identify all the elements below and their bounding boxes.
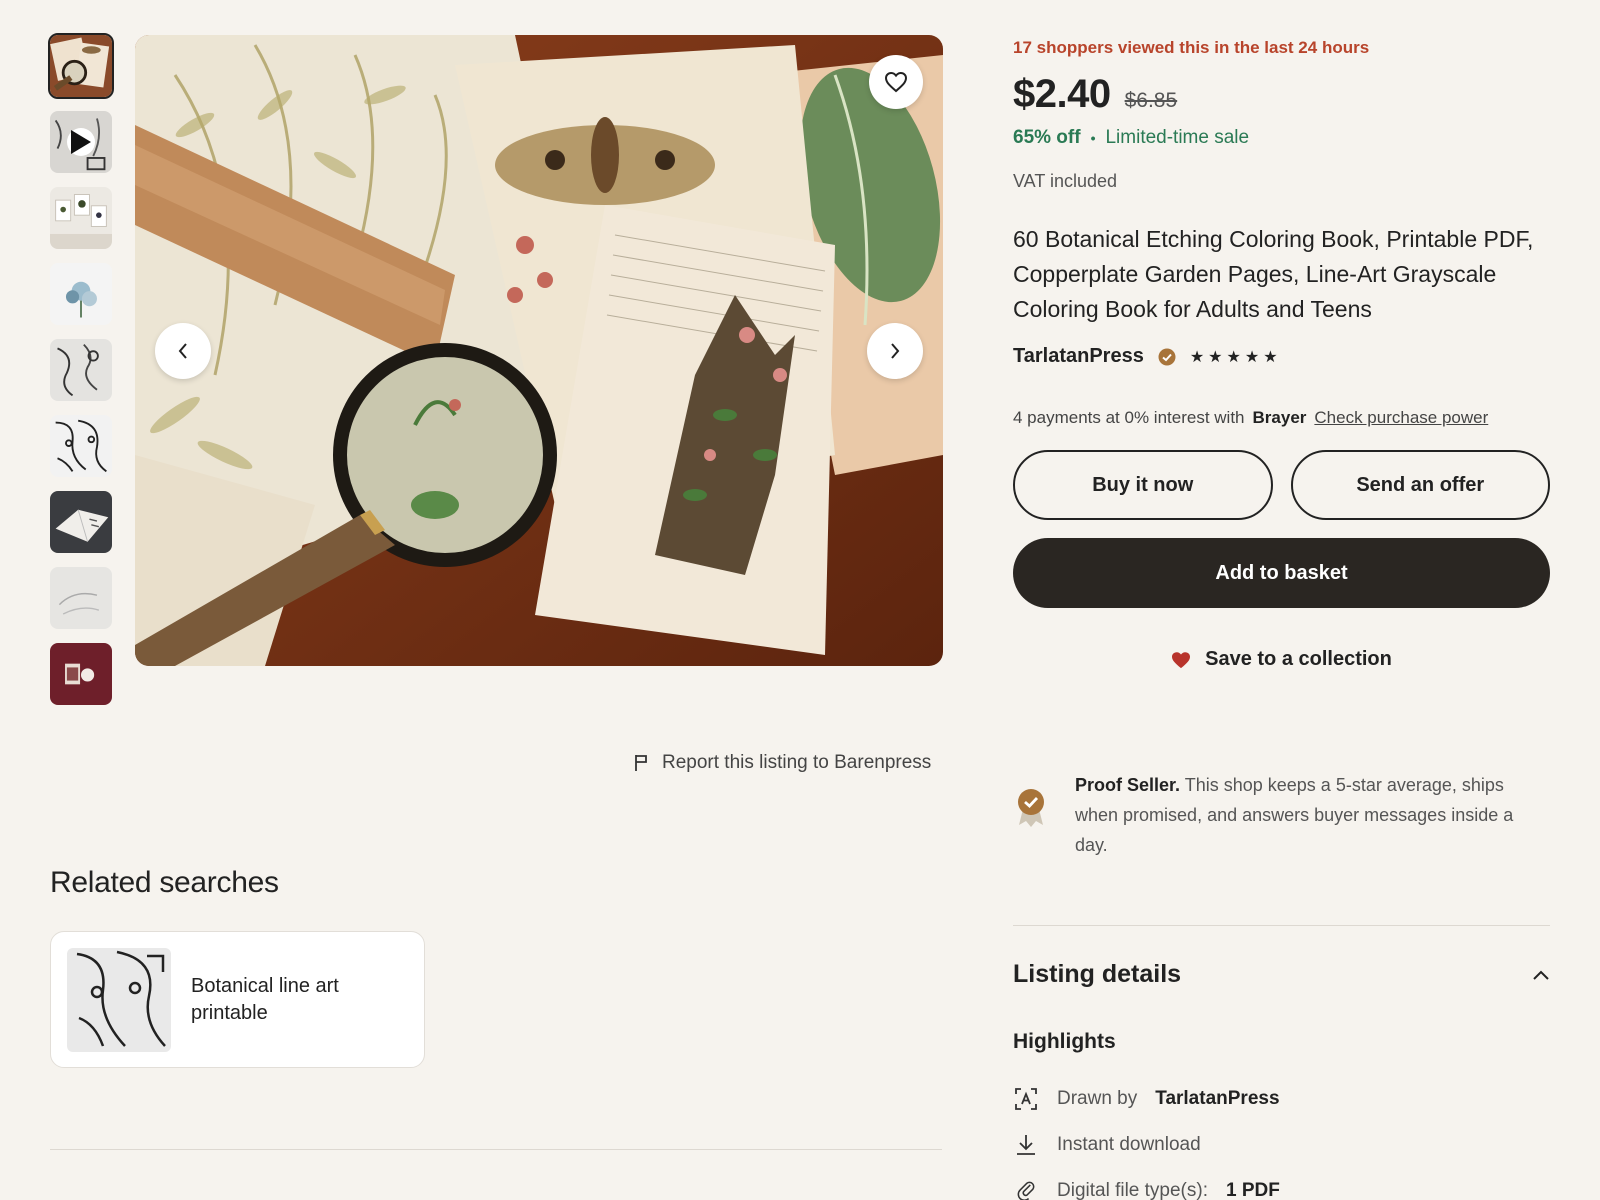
current-price: $2.40	[1013, 72, 1111, 116]
thumbnail-image	[50, 415, 112, 477]
heart-outline-icon	[884, 71, 908, 93]
star-icon: ★	[1208, 348, 1223, 366]
product-photo	[135, 35, 943, 666]
chevron-right-icon	[891, 343, 900, 359]
drawn-by-icon	[1013, 1087, 1039, 1111]
star-icon: ★	[1244, 348, 1260, 366]
previous-image-button[interactable]	[155, 323, 211, 379]
proof-seller-text: Proof Seller. This shop keeps a 5-star a…	[1075, 754, 1550, 860]
product-info-panel: 17 shoppers viewed this in the last 24 h…	[1013, 36, 1550, 671]
shop-row: TarlatanPress ★ ★ ★ ★ ★	[1013, 345, 1550, 368]
check-purchase-power-link[interactable]: Check purchase power	[1314, 408, 1488, 428]
save-label: Save to a collection	[1205, 648, 1392, 670]
main-product-image	[135, 35, 943, 666]
separator-dot: •	[1090, 130, 1096, 146]
product-title: 60 Botanical Etching Coloring Book, Prin…	[1013, 226, 1534, 322]
sale-label: Limited-time sale	[1105, 127, 1250, 148]
favorite-button[interactable]	[869, 55, 923, 109]
thumbnail-8[interactable]	[48, 641, 114, 707]
thumbnail-4[interactable]	[48, 337, 114, 403]
divider	[1013, 925, 1550, 926]
thumbnail-7[interactable]	[48, 565, 114, 631]
thumbnail-image	[50, 263, 112, 325]
paperclip-icon	[1013, 1179, 1039, 1200]
purchase-options: Buy it now Send an offer	[1013, 450, 1550, 520]
highlight-value: 1 PDF	[1226, 1180, 1280, 1200]
related-search-card[interactable]: Botanical line art printable	[50, 931, 425, 1068]
thumbnail-image	[50, 339, 112, 401]
thumbnail-image	[50, 643, 112, 705]
thumbnail-image	[50, 187, 112, 249]
thumbnail-strip	[48, 33, 118, 717]
highlights-title: Highlights	[1013, 1030, 1116, 1053]
next-image-button[interactable]	[867, 323, 923, 379]
highlight-label: Drawn by	[1057, 1088, 1138, 1109]
send-offer-button[interactable]: Send an offer	[1290, 450, 1550, 520]
highlight-instant-download: Instant download	[1013, 1122, 1550, 1168]
highlight-file-type: Digital file type(s): 1 PDF	[1013, 1168, 1550, 1200]
thumbnail-5[interactable]	[48, 413, 114, 479]
add-to-basket-button[interactable]: Add to basket	[1013, 538, 1550, 608]
highlight-label: Instant download	[1057, 1134, 1201, 1155]
flag-icon	[635, 755, 647, 771]
play-icon	[67, 128, 95, 156]
highlight-drawn-by: Drawn by TarlatanPress	[1013, 1076, 1550, 1122]
original-price: $6.85	[1124, 89, 1178, 112]
thumbnail-image	[50, 35, 112, 97]
star-icon: ★	[1226, 348, 1241, 366]
related-search-image	[67, 947, 171, 1052]
chevron-up-icon	[1533, 970, 1549, 980]
buy-now-button[interactable]: Buy it now	[1013, 450, 1273, 520]
payments-row: 4 payments at 0% interest with Brayer Ch…	[1013, 408, 1550, 428]
divider	[50, 1149, 942, 1150]
chevron-left-icon	[178, 343, 187, 359]
medal-icon	[1018, 789, 1044, 827]
payments-text: 4 payments at 0% interest with	[1013, 408, 1245, 427]
highlight-label: Digital file type(s):	[1057, 1180, 1208, 1200]
sale-row: 65% off • Limited-time sale	[1013, 127, 1550, 149]
thumbnail-3[interactable]	[48, 261, 114, 327]
payments-provider: Brayer	[1252, 408, 1307, 427]
heart-filled-icon	[1172, 651, 1191, 668]
vat-note: VAT included	[1013, 171, 1118, 191]
thumbnail-6[interactable]	[48, 489, 114, 555]
thumbnail-image	[50, 567, 112, 629]
listing-details-title: Listing details	[1013, 960, 1182, 988]
thumbnail-image	[50, 491, 112, 553]
thumbnail-0[interactable]	[48, 33, 114, 99]
star-icon: ★	[1189, 348, 1205, 366]
price-row: $2.40 $6.85	[1013, 72, 1550, 117]
highlights-list: Drawn by TarlatanPress Instant download …	[1013, 1076, 1550, 1200]
save-to-collection-button[interactable]: Save to a collection	[1013, 648, 1550, 671]
views-notice: 17 shoppers viewed this in the last 24 h…	[1013, 38, 1370, 57]
proof-seller-section: Proof Seller. This shop keeps a 5-star a…	[1013, 754, 1550, 860]
shop-name-link[interactable]: TarlatanPress	[1013, 345, 1144, 368]
proof-seller-title: Proof Seller.	[1075, 775, 1181, 795]
highlight-value: TarlatanPress	[1155, 1088, 1280, 1109]
discount-label: 65% off	[1013, 127, 1081, 148]
related-searches-title: Related searches	[50, 866, 279, 899]
related-search-label: Botanical line art printable	[191, 974, 339, 1024]
report-label: Report this listing to Barenpress	[662, 752, 932, 773]
thumbnail-1[interactable]	[48, 109, 114, 175]
download-icon	[1013, 1133, 1039, 1157]
rating-stars: ★ ★ ★ ★ ★	[1190, 347, 1278, 367]
thumbnail-2[interactable]	[48, 185, 114, 251]
star-icon: ★	[1263, 348, 1278, 366]
report-listing-link[interactable]: Report this listing to Barenpress	[634, 750, 931, 776]
listing-details-toggle[interactable]: Listing details	[1013, 960, 1550, 989]
verified-badge-icon	[1158, 348, 1176, 365]
